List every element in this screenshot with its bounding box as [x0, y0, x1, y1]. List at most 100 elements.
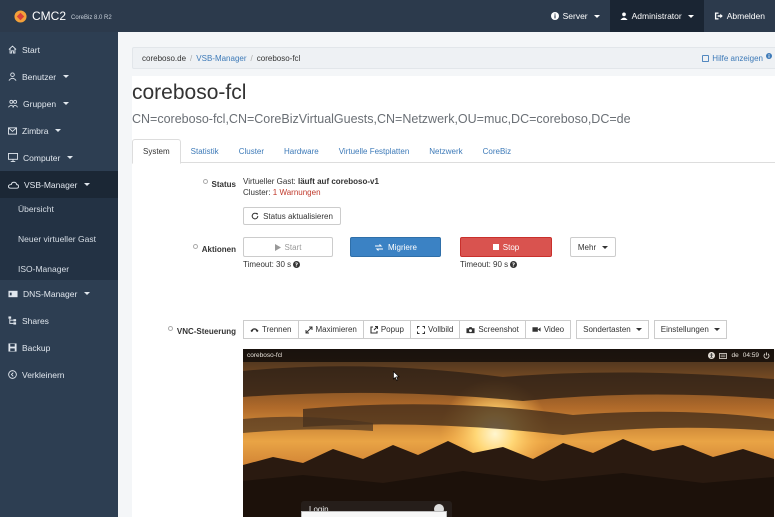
status-text: Virtueller Gast: läuft auf coreboso-v1 C… — [243, 176, 379, 198]
server-icon — [8, 290, 18, 297]
sidebar-subitem-neuer-gast[interactable]: Neuer virtueller Gast — [0, 220, 118, 258]
server-menu-label: Server — [562, 11, 588, 21]
caret-down-icon — [635, 328, 642, 331]
caret-down-icon — [63, 75, 70, 78]
cmc-logo-icon — [14, 9, 27, 23]
status-guest-prefix: Virtueller Gast: — [243, 177, 296, 186]
brand-version: CoreBiz 8.0 R2 — [71, 14, 112, 21]
breadcrumb-section[interactable]: VSB-Manager — [196, 54, 246, 63]
keyboard-icon[interactable] — [719, 352, 728, 359]
svg-text:?: ? — [295, 263, 298, 268]
fullscreen-icon — [416, 325, 425, 334]
users-icon — [8, 99, 18, 108]
vnc-video-button[interactable]: Video — [524, 320, 572, 339]
vnc-popup-button[interactable]: Popup — [362, 320, 411, 339]
sidebar-subitem-uebersicht[interactable]: Übersicht — [0, 198, 118, 220]
tab-statistik[interactable]: Statistik — [181, 139, 229, 163]
special-keys-dropdown[interactable]: Sondertasten — [576, 320, 649, 339]
sitemap-icon — [8, 316, 17, 325]
save-icon — [8, 343, 17, 352]
sidebar-item-start[interactable]: Start — [0, 36, 118, 63]
tab-bar: System Statistik Cluster Hardware Virtue… — [132, 139, 775, 164]
caret-down-icon — [593, 14, 600, 18]
circle-left-icon — [8, 370, 17, 379]
cloud-icon — [8, 181, 19, 189]
breadcrumb-home[interactable]: coreboso.de — [142, 54, 186, 63]
disconnect-icon — [250, 327, 259, 332]
caret-down-icon — [55, 129, 62, 132]
vnc-video-label: Video — [543, 325, 565, 334]
special-keys-label: Sondertasten — [583, 325, 631, 334]
refresh-icon — [251, 212, 259, 220]
status-guest-value: läuft auf coreboso-v1 — [298, 177, 379, 186]
vnc-popup-label: Popup — [380, 325, 404, 334]
power-icon[interactable] — [763, 352, 770, 359]
top-navbar: CMC2 CoreBiz 8.0 R2 Server Administrator… — [0, 0, 775, 32]
sidebar-item-vsb-manager[interactable]: VSB-Manager — [0, 171, 118, 198]
checkbox-icon — [702, 54, 710, 62]
sidebar: Start Benutzer Gruppen Zimbra Computer V… — [0, 32, 118, 517]
server-menu[interactable]: Server — [541, 0, 610, 32]
logout-link[interactable]: Abmelden — [704, 0, 775, 32]
sidebar-item-label: Gruppen — [23, 98, 57, 109]
brand[interactable]: CMC2 CoreBiz 8.0 R2 — [0, 9, 200, 23]
tab-cluster[interactable]: Cluster — [229, 139, 274, 163]
vnc-label: VNC-Steuerung — [176, 327, 236, 336]
home-icon — [8, 45, 17, 54]
tab-corebiz[interactable]: CoreBiz — [473, 139, 521, 163]
caret-down-icon — [687, 14, 694, 18]
sidebar-item-computer[interactable]: Computer — [0, 144, 118, 171]
tab-hardware[interactable]: Hardware — [274, 139, 329, 163]
breadcrumb-current: coreboso-fcl — [256, 53, 301, 63]
sidebar-item-backup[interactable]: Backup — [0, 334, 118, 361]
status-label-wrap: Status — [176, 179, 236, 189]
migrate-button[interactable]: Migriere — [350, 237, 441, 257]
vnc-fullscreen-button[interactable]: Vollbild — [409, 320, 461, 339]
start-button[interactable]: Start — [243, 237, 333, 257]
sidebar-item-label: Verkleinern — [22, 369, 65, 380]
status-cluster-prefix: Cluster: — [243, 188, 271, 197]
help-dot-icon — [202, 179, 208, 184]
vnc-disconnect-button[interactable]: Trennen — [243, 320, 299, 339]
start-label: Start — [284, 242, 302, 252]
sidebar-item-label: Computer — [23, 152, 61, 163]
user-menu[interactable]: Administrator — [609, 0, 704, 32]
external-link-icon — [370, 325, 378, 334]
monitor-icon — [8, 153, 18, 162]
vnc-screen[interactable]: coreboso-fcl de 04:59 Login — [243, 349, 774, 517]
cluster-warnings-link[interactable]: 1 Warnungen — [273, 188, 321, 197]
sidebar-subitem-iso-manager[interactable]: ISO-Manager — [0, 258, 118, 280]
caret-down-icon — [713, 328, 720, 331]
guest-clock: 04:59 — [742, 352, 759, 359]
vnc-maximize-label: Maximieren — [315, 325, 357, 334]
help-toggle[interactable]: Hilfe anzeigen — [702, 52, 772, 63]
sidebar-item-verkleinern[interactable]: Verkleinern — [0, 361, 118, 388]
user-menu-label: Administrator — [631, 11, 682, 21]
tab-virtuelle-festplatten[interactable]: Virtuelle Festplatten — [329, 139, 420, 163]
accessibility-icon[interactable] — [708, 352, 716, 359]
login-username-input[interactable] — [301, 511, 447, 517]
sidebar-item-gruppen[interactable]: Gruppen — [0, 90, 118, 117]
more-dropdown[interactable]: Mehr — [570, 237, 616, 257]
play-icon — [274, 243, 281, 251]
sidebar-item-label: Start — [22, 44, 40, 55]
help-dot-icon — [167, 326, 173, 331]
sidebar-item-dns-manager[interactable]: DNS-Manager — [0, 280, 118, 307]
stop-button[interactable]: Stop — [460, 237, 552, 257]
vnc-screenshot-button[interactable]: Screenshot — [459, 320, 526, 339]
guest-top-panel: coreboso-fcl de 04:59 — [243, 349, 774, 362]
logout-label: Abmelden — [726, 11, 765, 21]
question-circle-icon[interactable]: ? — [293, 261, 301, 268]
sidebar-item-shares[interactable]: Shares — [0, 307, 118, 334]
sidebar-item-benutzer[interactable]: Benutzer — [0, 63, 118, 90]
tab-netzwerk[interactable]: Netzwerk — [419, 139, 472, 163]
settings-dropdown[interactable]: Einstellungen — [653, 320, 727, 339]
breadcrumb-separator: / — [250, 53, 253, 63]
vnc-maximize-button[interactable]: Maximieren — [297, 320, 364, 339]
refresh-status-button[interactable]: Status aktualisieren — [243, 207, 341, 225]
sidebar-item-zimbra[interactable]: Zimbra — [0, 117, 118, 144]
stop-icon — [492, 244, 499, 250]
question-circle-icon[interactable]: ? — [510, 261, 518, 268]
info-icon — [766, 52, 772, 59]
tab-system[interactable]: System — [132, 139, 181, 164]
